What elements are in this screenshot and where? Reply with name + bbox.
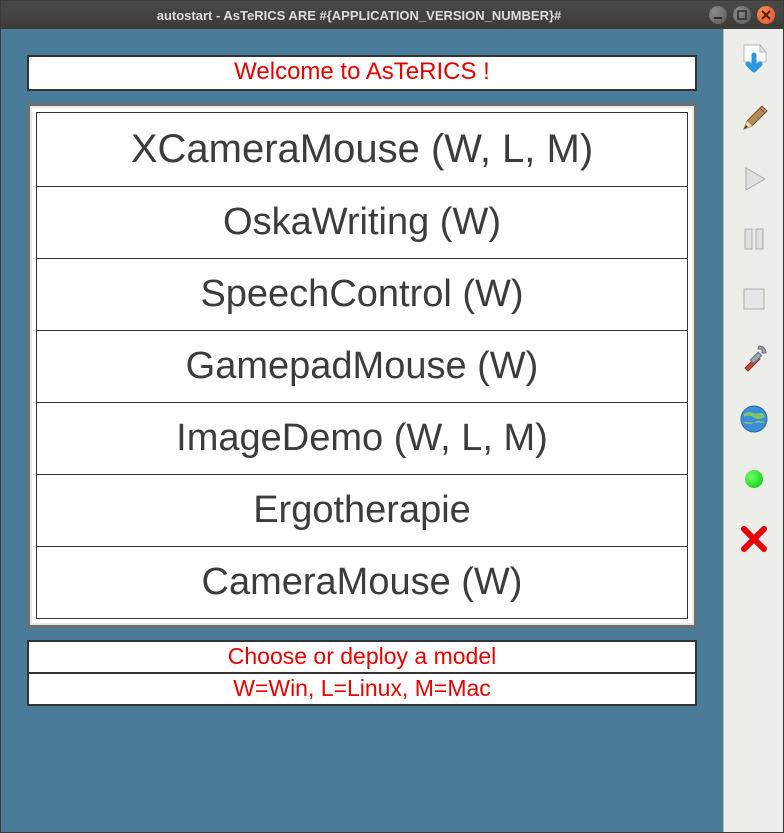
model-item-imagedemo[interactable]: ImageDemo (W, L, M): [36, 402, 688, 475]
model-item-cameramouse[interactable]: CameraMouse (W): [36, 546, 688, 619]
minimize-icon: [713, 10, 723, 20]
stop-icon: [740, 285, 768, 313]
status-active-icon: [745, 470, 763, 488]
app-window: autostart - AsTeRICS ARE #{APPLICATION_V…: [0, 0, 784, 833]
pencil-icon: [738, 103, 770, 135]
download-icon: [736, 41, 772, 77]
play-button[interactable]: [734, 159, 774, 199]
tools-icon: [737, 342, 771, 376]
close-x-icon: [739, 524, 769, 554]
minimize-button[interactable]: [709, 6, 727, 24]
pause-icon: [740, 225, 768, 253]
model-item-ergotherapie[interactable]: Ergotherapie: [36, 474, 688, 547]
sidebar-toolbar: [723, 29, 783, 832]
model-item-gamepadmouse[interactable]: GamepadMouse (W): [36, 330, 688, 403]
content-area: Welcome to AsTeRICS ! XCameraMouse (W, L…: [1, 29, 723, 832]
edit-button[interactable]: [734, 99, 774, 139]
maximize-button[interactable]: [733, 6, 751, 24]
close-icon: [761, 10, 771, 20]
model-item-oskawriting[interactable]: OskaWriting (W): [36, 186, 688, 259]
exit-button[interactable]: [734, 519, 774, 559]
download-button[interactable]: [734, 39, 774, 79]
window-controls: [709, 6, 775, 24]
tools-button[interactable]: [734, 339, 774, 379]
footer-instruction: Choose or deploy a model: [27, 640, 697, 674]
globe-icon: [738, 403, 770, 435]
model-item-xcameramouse[interactable]: XCameraMouse (W, L, M): [36, 112, 688, 187]
footer: Choose or deploy a model W=Win, L=Linux,…: [27, 640, 697, 706]
model-list: XCameraMouse (W, L, M) OskaWriting (W) S…: [27, 103, 697, 628]
welcome-banner: Welcome to AsTeRICS !: [27, 55, 697, 91]
window-close-button[interactable]: [757, 6, 775, 24]
status-indicator: [734, 459, 774, 499]
stop-button[interactable]: [734, 279, 774, 319]
client-area: Welcome to AsTeRICS ! XCameraMouse (W, L…: [1, 29, 783, 832]
globe-button[interactable]: [734, 399, 774, 439]
play-icon: [739, 164, 769, 194]
window-title: autostart - AsTeRICS ARE #{APPLICATION_V…: [9, 8, 709, 23]
titlebar: autostart - AsTeRICS ARE #{APPLICATION_V…: [1, 1, 783, 29]
maximize-icon: [737, 10, 747, 20]
pause-button[interactable]: [734, 219, 774, 259]
footer-legend: W=Win, L=Linux, M=Mac: [27, 672, 697, 706]
model-item-speechcontrol[interactable]: SpeechControl (W): [36, 258, 688, 331]
